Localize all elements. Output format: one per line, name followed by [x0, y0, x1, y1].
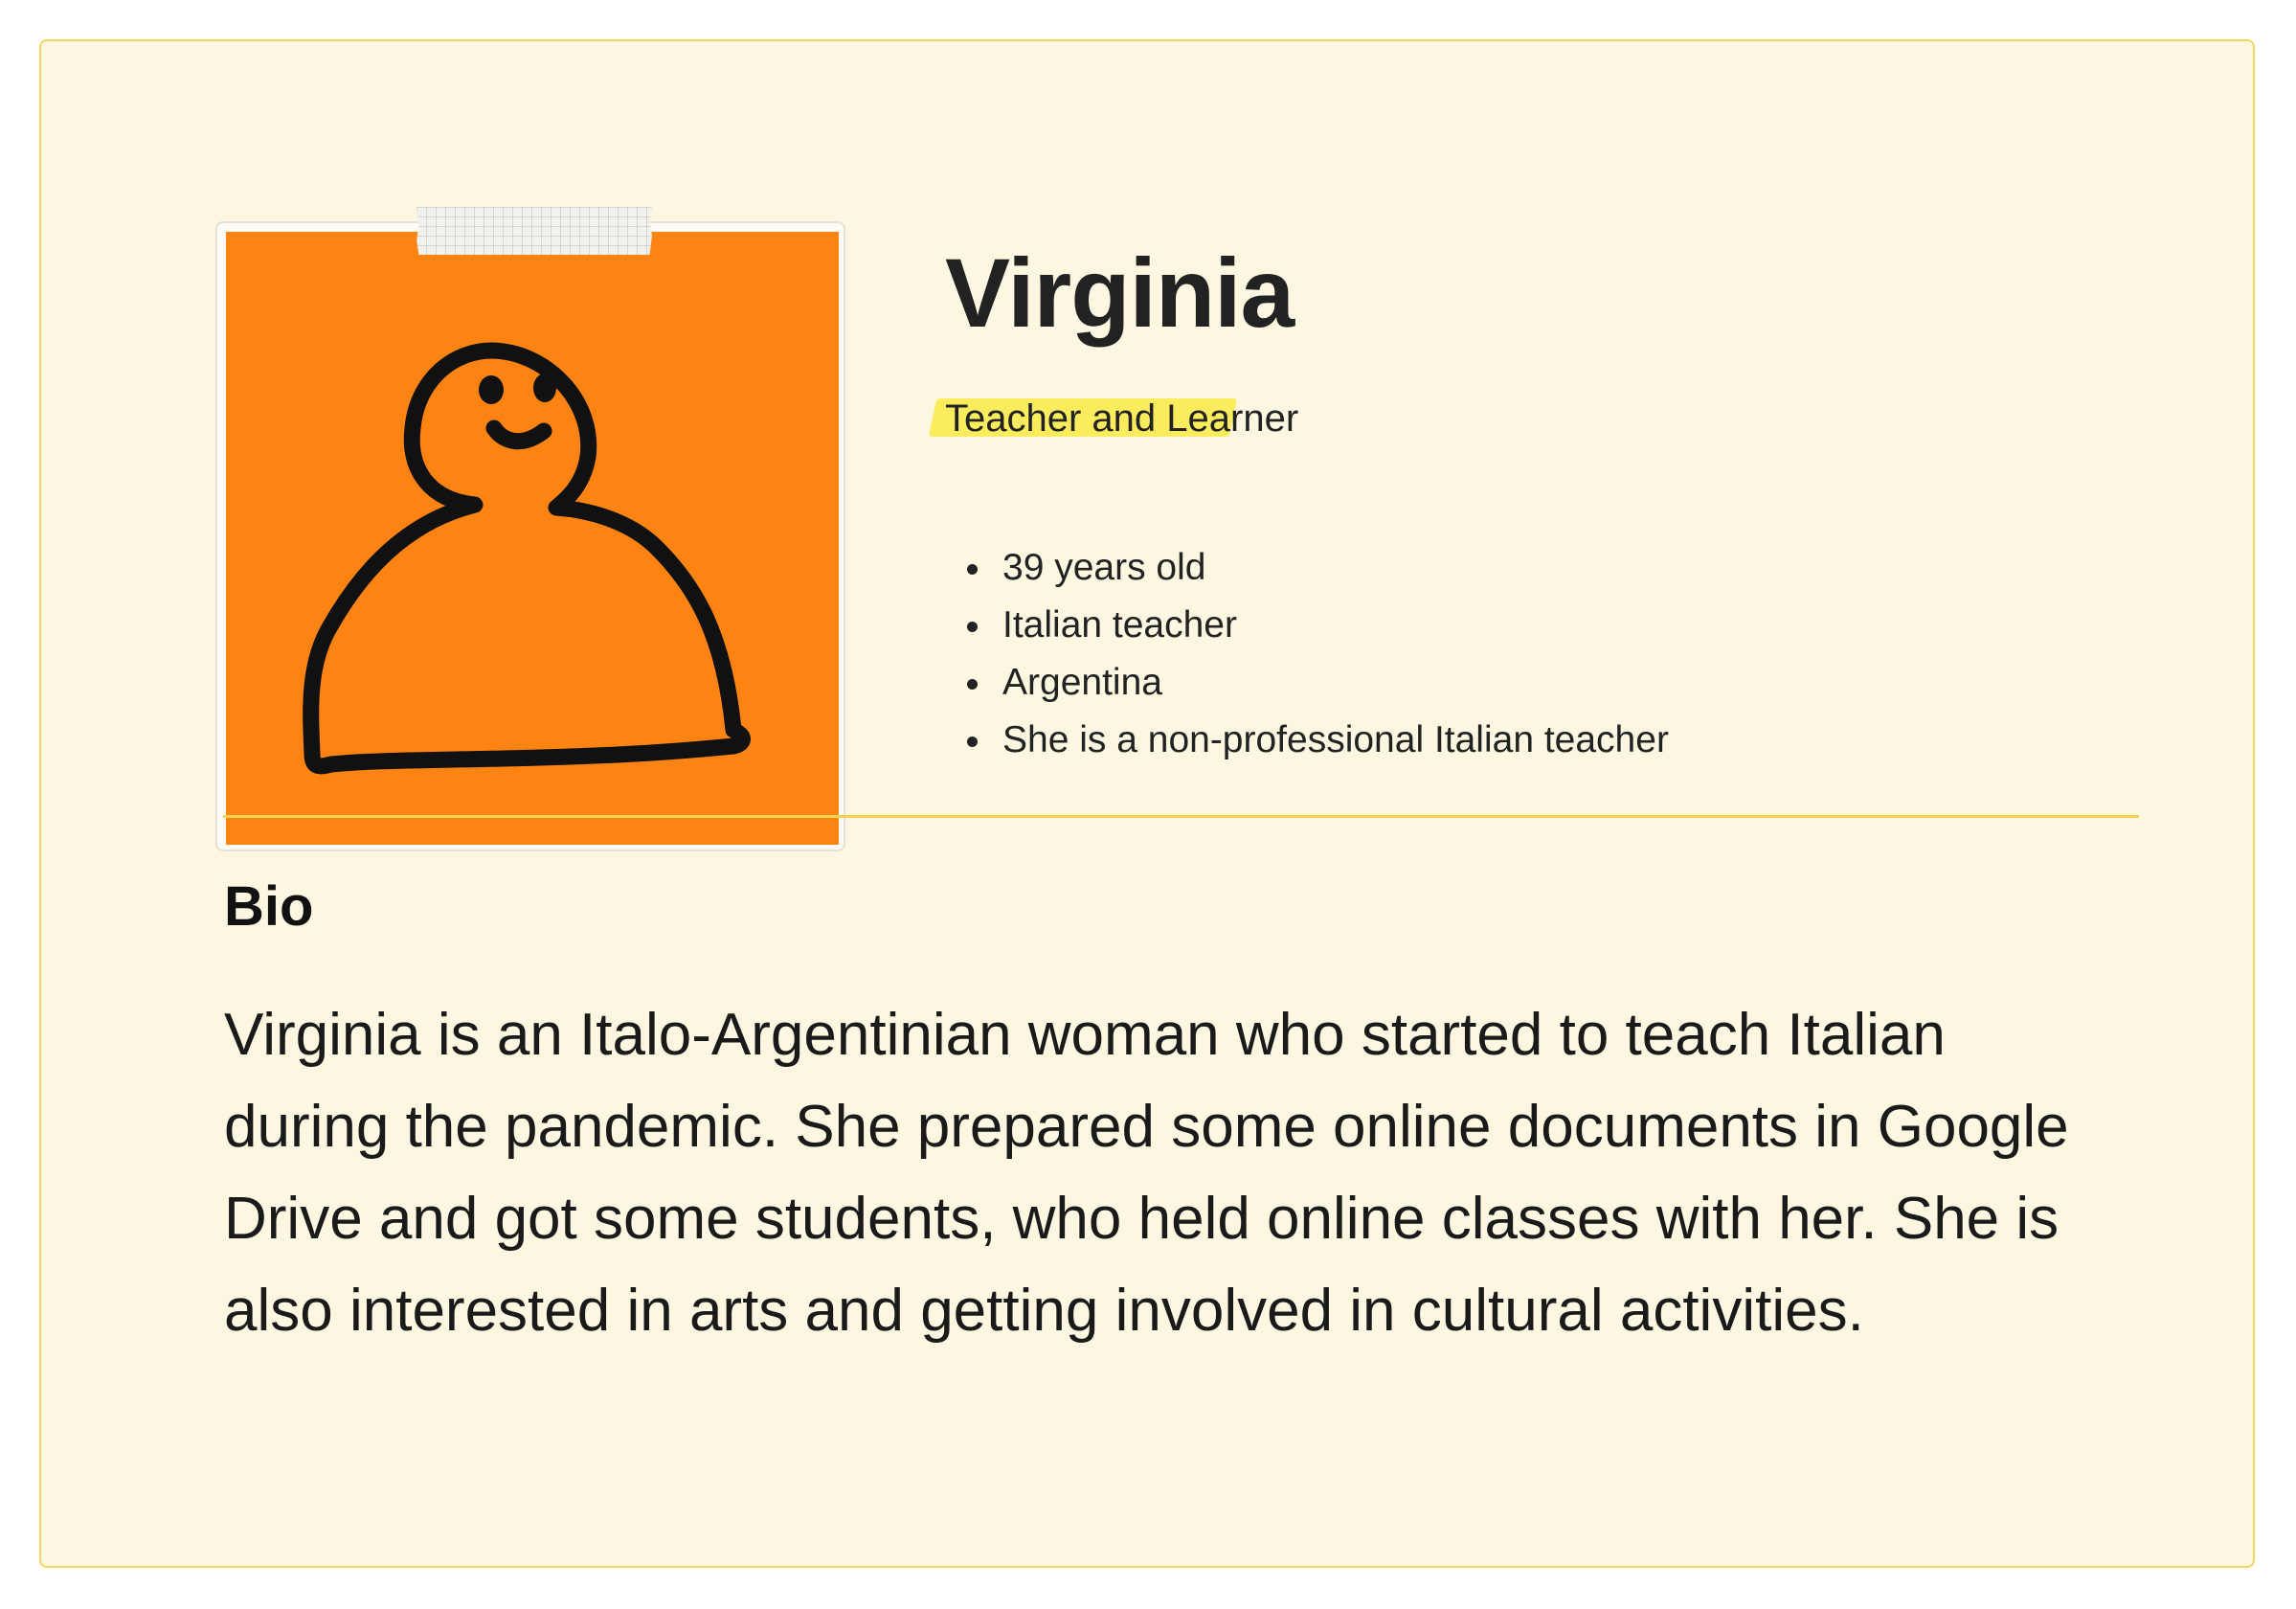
bio-heading: Bio	[224, 875, 314, 938]
list-item: Italian teacher	[967, 597, 1669, 654]
persona-name: Virginia	[945, 238, 1294, 348]
person-doodle-icon	[303, 342, 751, 775]
persona-role: Teacher and Learner	[945, 397, 1299, 440]
tape-strip	[416, 207, 652, 255]
list-item: She is a non-professional Italian teache…	[967, 712, 1669, 769]
section-divider	[223, 815, 2139, 818]
list-item: Argentina	[967, 654, 1669, 712]
list-item: 39 years old	[967, 539, 1669, 597]
avatar-frame	[215, 221, 845, 851]
avatar	[226, 232, 839, 845]
bio-text: Virginia is an Italo-Argentinian woman w…	[224, 1002, 2069, 1344]
persona-facts-list: 39 years old Italian teacher Argentina S…	[967, 539, 1669, 769]
